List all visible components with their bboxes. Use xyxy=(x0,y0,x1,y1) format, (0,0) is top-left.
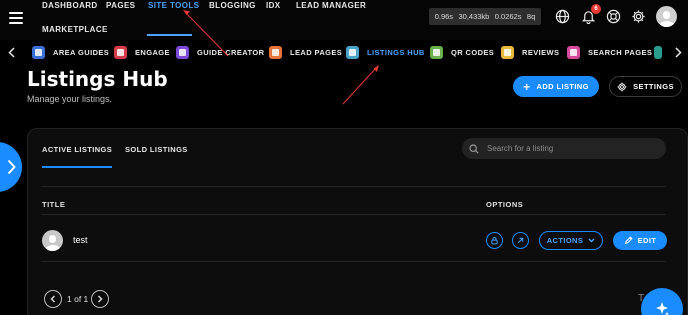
nav-marketplace[interactable]: MARKETPLACE xyxy=(42,25,108,34)
search-pages-icon xyxy=(567,45,580,59)
tool-label: SEARCH PAGES xyxy=(588,47,653,57)
add-listing-label: ADD LISTING xyxy=(536,82,589,91)
tool-label: AREA GUIDES xyxy=(53,47,110,57)
sparkle-icon xyxy=(656,302,669,315)
nav-lead-manager[interactable]: LEAD MANAGER xyxy=(296,1,366,10)
lock-button[interactable] xyxy=(486,232,503,249)
tab-active-listings[interactable]: ACTIVE LISTINGS xyxy=(42,145,112,154)
tab-sold-listings[interactable]: SOLD LISTINGS xyxy=(125,145,188,154)
perf-memory: 30,433kb xyxy=(458,12,490,21)
tool-label: GUIDE CREATOR xyxy=(197,47,265,57)
divider xyxy=(42,261,666,262)
page-subtitle: Manage your listings. xyxy=(27,94,113,104)
user-avatar[interactable] xyxy=(656,6,677,27)
pencil-icon xyxy=(624,236,633,245)
gear-icon[interactable] xyxy=(630,8,647,25)
column-header-options: OPTIONS xyxy=(486,200,524,209)
settings-gear-icon xyxy=(617,82,627,91)
search-box[interactable] xyxy=(462,138,666,159)
chevron-right-icon xyxy=(98,295,103,303)
notification-badge: 6 xyxy=(591,4,601,14)
qr-codes-icon xyxy=(430,45,443,59)
actions-dropdown[interactable]: ACTIONS xyxy=(539,231,603,250)
nav-dashboard[interactable]: DASHBOARD xyxy=(42,1,98,10)
tool-engage[interactable]: ENGAGE xyxy=(114,44,170,60)
lock-icon xyxy=(491,237,498,245)
settings-label: SETTINGS xyxy=(633,82,674,91)
nav-active-underline xyxy=(147,34,192,36)
perf-query-count: 8q xyxy=(526,12,536,21)
reviews-icon xyxy=(501,45,514,59)
hamburger-menu-icon[interactable] xyxy=(9,12,23,24)
tool-listings-hub[interactable]: LISTINGS HUB xyxy=(346,44,425,60)
lead-pages-icon xyxy=(269,45,282,59)
open-listing-button[interactable] xyxy=(512,232,529,249)
external-link-icon xyxy=(517,237,524,244)
tool-icon xyxy=(654,45,662,59)
pagination-text: 1 of 1 xyxy=(67,294,89,304)
performance-stats: 0.96s 30,433kb 0.0262s 8q xyxy=(429,8,541,25)
column-header-title: TITLE xyxy=(42,200,66,209)
lifebuoy-icon[interactable] xyxy=(605,8,622,25)
tool-area-guides[interactable]: AREA GUIDES xyxy=(32,44,109,60)
perf-load-time: 0.96s xyxy=(434,12,454,21)
listing-avatar xyxy=(42,230,63,251)
actions-label: ACTIONS xyxy=(546,236,584,245)
top-navigation: DASHBOARD PAGES SITE TOOLS BLOGGING IDX … xyxy=(0,0,688,40)
search-input[interactable] xyxy=(487,144,657,153)
divider xyxy=(42,214,666,215)
edit-button[interactable]: EDIT xyxy=(613,231,667,250)
site-tools-toolbar: AREA GUIDES ENGAGE GUIDE CREATOR LEAD PA… xyxy=(0,40,688,64)
perf-query-time: 0.0262s xyxy=(494,12,522,21)
nav-site-tools[interactable]: SITE TOOLS xyxy=(148,1,199,10)
listings-hub-icon xyxy=(346,45,359,59)
nav-pages[interactable]: PAGES xyxy=(106,1,135,10)
area-guides-icon xyxy=(32,45,45,59)
edit-label: EDIT xyxy=(637,236,657,245)
add-listing-button[interactable]: + ADD LISTING xyxy=(513,76,599,97)
page-title: Listings Hub xyxy=(27,67,168,91)
tool-label: ENGAGE xyxy=(135,47,170,57)
search-icon xyxy=(469,143,479,154)
plus-icon: + xyxy=(523,79,531,94)
settings-button[interactable]: SETTINGS xyxy=(609,76,682,97)
toolbar-scroll-left-icon[interactable] xyxy=(6,45,16,59)
tool-qr-codes[interactable]: QR CODES xyxy=(430,44,494,60)
tab-active-underline xyxy=(42,166,112,168)
tool-label: QR CODES xyxy=(451,47,495,57)
tool-label: LEAD PAGES xyxy=(290,47,343,57)
tool-next-partial[interactable] xyxy=(654,44,670,60)
listing-title[interactable]: test xyxy=(73,235,88,245)
tool-reviews[interactable]: REVIEWS xyxy=(501,44,559,60)
toolbar-scroll-right-icon[interactable] xyxy=(673,45,683,59)
tool-guide-creator[interactable]: GUIDE CREATOR xyxy=(176,44,264,60)
nav-idx[interactable]: IDX xyxy=(266,1,281,10)
nav-blogging[interactable]: BLOGGING xyxy=(209,1,256,10)
tool-lead-pages[interactable]: LEAD PAGES xyxy=(269,44,342,60)
sidebar-expand-tab[interactable] xyxy=(0,142,22,192)
chevron-down-icon xyxy=(588,238,595,243)
next-page-button[interactable] xyxy=(91,290,109,308)
tool-search-pages[interactable]: SEARCH PAGES xyxy=(567,44,652,60)
chevron-left-icon xyxy=(50,295,55,303)
globe-icon[interactable] xyxy=(554,8,571,25)
tool-label: REVIEWS xyxy=(522,47,560,57)
tool-label: LISTINGS HUB xyxy=(367,47,425,57)
engage-icon xyxy=(114,45,127,59)
chevron-right-icon xyxy=(7,159,16,175)
guide-creator-icon xyxy=(176,45,189,59)
divider xyxy=(42,186,666,187)
prev-page-button[interactable] xyxy=(44,290,62,308)
